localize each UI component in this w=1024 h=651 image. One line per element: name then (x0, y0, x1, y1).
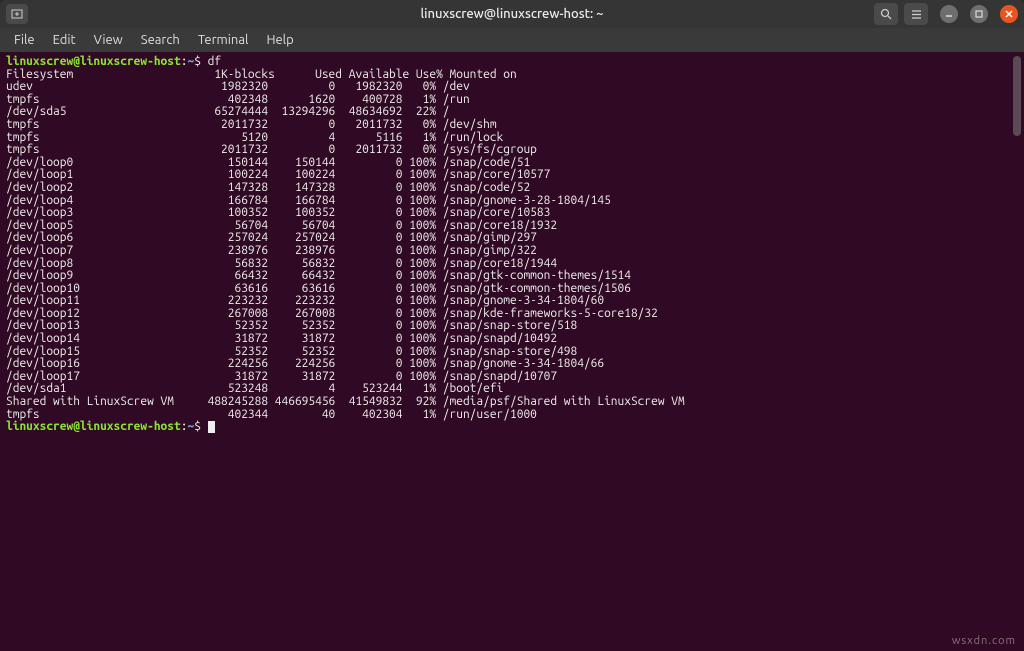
df-row: tmpfs 2011732 0 2011732 0% /sys/fs/cgrou… (6, 143, 537, 156)
df-row: Shared with LinuxScrew VM 488245288 4466… (6, 395, 685, 408)
df-row: udev 1982320 0 1982320 0% /dev (6, 80, 470, 93)
df-row: /dev/loop16 224256 224256 0 100% /snap/g… (6, 357, 604, 370)
scrollbar-track (1012, 56, 1022, 616)
df-row: tmpfs 402348 1620 400728 1% /run (6, 93, 470, 106)
df-header: Filesystem 1K-blocks Used Available Use%… (6, 68, 517, 81)
df-row: /dev/loop9 66432 66432 0 100% /snap/gtk-… (6, 269, 631, 282)
df-row: /dev/loop7 238976 238976 0 100% /snap/gi… (6, 244, 537, 257)
df-row: /dev/loop0 150144 150144 0 100% /snap/co… (6, 156, 530, 169)
maximize-button[interactable] (970, 5, 988, 23)
menu-edit[interactable]: Edit (45, 31, 84, 49)
df-row: /dev/loop2 147328 147328 0 100% /snap/co… (6, 181, 530, 194)
df-row: tmpfs 5120 4 5116 1% /run/lock (6, 131, 503, 144)
cursor (208, 421, 215, 433)
df-row: tmpfs 402344 40 402304 1% /run/user/1000 (6, 408, 537, 421)
df-row: /dev/loop5 56704 56704 0 100% /snap/core… (6, 219, 557, 232)
df-row: /dev/loop4 166784 166784 0 100% /snap/gn… (6, 194, 611, 207)
menu-file[interactable]: File (6, 31, 43, 49)
window-title: linuxscrew@linuxscrew-host: ~ (0, 7, 1024, 21)
menu-search[interactable]: Search (133, 31, 188, 49)
terminal-area[interactable]: linuxscrew@linuxscrew-host:~$ df Filesys… (0, 52, 1024, 651)
df-row: /dev/loop13 52352 52352 0 100% /snap/sna… (6, 319, 577, 332)
menu-view[interactable]: View (86, 31, 131, 49)
df-row: /dev/loop8 56832 56832 0 100% /snap/core… (6, 257, 557, 270)
scrollbar-thumb[interactable] (1013, 56, 1021, 136)
df-row: tmpfs 2011732 0 2011732 0% /dev/shm (6, 118, 497, 131)
close-button[interactable] (1000, 5, 1018, 23)
df-row: /dev/loop14 31872 31872 0 100% /snap/sna… (6, 332, 557, 345)
df-row: /dev/loop1 100224 100224 0 100% /snap/co… (6, 168, 550, 181)
menu-button[interactable] (904, 3, 928, 25)
menu-help[interactable]: Help (258, 31, 301, 49)
new-tab-button[interactable] (6, 4, 28, 24)
search-button[interactable] (874, 3, 898, 25)
df-row: /dev/loop3 100352 100352 0 100% /snap/co… (6, 206, 550, 219)
df-row: /dev/sda5 65274444 13294296 48634692 22%… (6, 105, 450, 118)
scrollbar[interactable] (1012, 56, 1022, 616)
watermark: wsxdn.com (952, 635, 1016, 647)
window-titlebar: linuxscrew@linuxscrew-host: ~ (0, 0, 1024, 28)
menubar: File Edit View Search Terminal Help (0, 28, 1024, 52)
df-row: /dev/loop11 223232 223232 0 100% /snap/g… (6, 294, 604, 307)
df-row: /dev/loop6 257024 257024 0 100% /snap/gi… (6, 231, 537, 244)
df-row: /dev/loop10 63616 63616 0 100% /snap/gtk… (6, 282, 631, 295)
df-row: /dev/loop12 267008 267008 0 100% /snap/k… (6, 307, 658, 320)
menu-terminal[interactable]: Terminal (190, 31, 257, 49)
df-row: /dev/loop15 52352 52352 0 100% /snap/sna… (6, 345, 577, 358)
df-row: /dev/loop17 31872 31872 0 100% /snap/sna… (6, 370, 557, 383)
minimize-button[interactable] (940, 5, 958, 23)
df-row: /dev/sda1 523248 4 523244 1% /boot/efi (6, 382, 503, 395)
